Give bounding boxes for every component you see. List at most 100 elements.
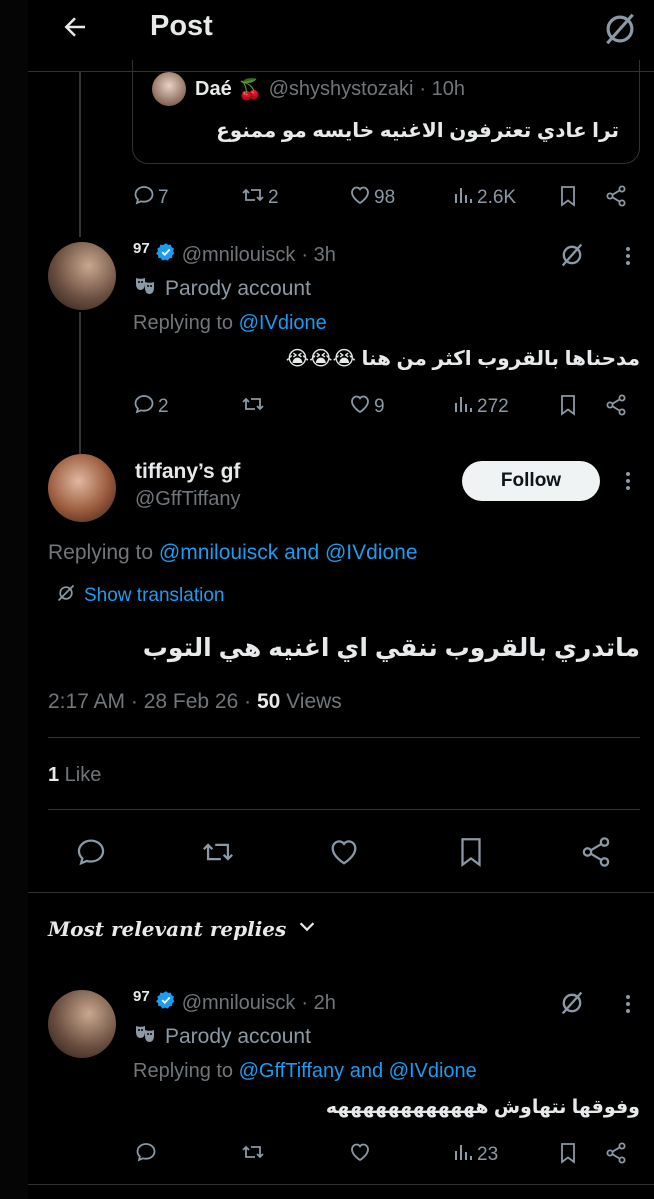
bookmark-icon[interactable] [556, 393, 580, 417]
likes-label: Like [59, 764, 102, 786]
more-icon[interactable] [621, 469, 635, 493]
post-time: · 3h [301, 243, 336, 266]
views-icon [451, 1140, 475, 1170]
reply-count: 7 [158, 187, 169, 208]
back-arrow-icon[interactable] [60, 12, 90, 42]
views-icon [451, 392, 475, 422]
views-label: Views [280, 690, 342, 713]
parody-label: Parody account [165, 277, 311, 300]
reply-icon[interactable] [74, 835, 108, 869]
post-text: ماتدري بالقروب ننقي اي اغنيه هي التوب [142, 634, 640, 662]
divider [28, 892, 654, 893]
translate-icon [56, 583, 76, 608]
page-title: Post [150, 10, 213, 42]
post-time: · 2h [301, 991, 336, 1014]
show-translation-button[interactable]: Show translation [56, 583, 224, 608]
author-handle[interactable]: @GffTiffany [135, 488, 241, 511]
sort-replies-button[interactable]: Most relevant replies [48, 915, 318, 942]
like-button[interactable]: 9 [348, 392, 385, 422]
reply-icon [132, 392, 156, 422]
like-icon[interactable] [348, 1140, 372, 1164]
cherry-emoji: 🍒 [237, 79, 263, 101]
follow-label: Follow [500, 470, 562, 491]
author-handle[interactable]: @mnilouisck [182, 992, 296, 1015]
bookmark-icon[interactable] [556, 184, 580, 208]
likes-count: 1 [48, 764, 60, 786]
verified-icon [155, 242, 176, 268]
repost-icon[interactable] [240, 1140, 266, 1164]
views-button[interactable]: 2.6K [451, 183, 516, 213]
share-icon[interactable] [579, 835, 613, 869]
author-name[interactable]: tiffany’s gf [135, 460, 240, 484]
views-icon [451, 183, 475, 213]
parody-mask-icon [133, 274, 157, 304]
thread-line [79, 312, 81, 454]
quoted-text: ترا عادي تعترفون الاغنيه خايسه مو ممنوع [216, 120, 619, 142]
grok-icon[interactable] [558, 989, 586, 1017]
reply-button[interactable]: 7 [132, 183, 169, 213]
like-count: 9 [374, 396, 385, 417]
more-icon[interactable] [621, 992, 635, 1016]
repost-button[interactable] [240, 392, 268, 422]
divider [48, 809, 640, 810]
more-icon[interactable] [621, 244, 635, 268]
replying-to-link[interactable]: @IVdione [239, 312, 327, 334]
author-handle[interactable]: @mnilouisck [182, 244, 296, 267]
views-count: 23 [477, 1144, 499, 1165]
post-text: مدحناها بالقروب اكثر من هنا 😭😭😭 [285, 348, 640, 370]
quoted-post-card[interactable]: Daé 🍒 @shyshystozaki · 10h ترا عادي تعتر… [132, 60, 640, 164]
replying-prefix: Replying to [133, 1060, 234, 1082]
views-count: 2.6K [477, 187, 517, 208]
replying-prefix: Replying to [133, 312, 234, 334]
show-translation-label: Show translation [84, 584, 225, 606]
avatar[interactable] [48, 454, 116, 522]
bookmark-icon[interactable] [556, 1141, 580, 1165]
divider [48, 737, 640, 738]
verified-icon [155, 990, 176, 1016]
like-count: 98 [374, 187, 396, 208]
post-page: Post Daé 🍒 @shyshystozaki · 10h ترا عادي… [28, 0, 654, 1199]
share-icon[interactable] [604, 393, 628, 417]
author-name[interactable]: 97 [133, 240, 150, 257]
reply-count: 2 [158, 396, 169, 417]
reply-button[interactable]: 2 [132, 392, 169, 422]
avatar[interactable] [48, 990, 116, 1058]
post-text: وفوقها نتهاوش ههههههههههههه [325, 1097, 640, 1118]
author-name[interactable]: 97 [133, 988, 150, 1005]
grok-icon[interactable] [601, 10, 639, 48]
repost-button[interactable]: 2 [240, 183, 279, 213]
quoted-time: · 10h [419, 78, 465, 100]
views-button[interactable]: 23 [451, 1140, 498, 1170]
replying-prefix: Replying to [48, 541, 154, 564]
like-button[interactable]: 98 [348, 183, 395, 213]
post-timestamp: 2:17 AM · 28 Feb 26 · [48, 690, 257, 713]
quoted-author-name: Daé [195, 78, 232, 100]
bookmark-icon[interactable] [454, 835, 488, 869]
follow-button[interactable]: Follow [462, 461, 600, 501]
thread-line [79, 72, 81, 237]
parody-mask-icon [133, 1022, 157, 1052]
like-icon[interactable] [327, 835, 361, 869]
share-icon[interactable] [604, 1141, 628, 1165]
likes-summary[interactable]: 1 Like [48, 764, 101, 787]
replying-to-link[interactable]: @mnilouisck and @IVdione [159, 541, 418, 564]
repost-icon[interactable] [200, 835, 236, 869]
avatar [152, 72, 186, 106]
like-icon [348, 183, 372, 213]
chevron-down-icon [296, 915, 318, 942]
repost-icon [240, 392, 266, 422]
views-button[interactable]: 272 [451, 392, 509, 422]
grok-icon[interactable] [558, 241, 586, 269]
views-count: 272 [477, 396, 509, 417]
sort-label: Most relevant replies [48, 916, 287, 941]
reply-icon[interactable] [134, 1140, 158, 1164]
like-icon [348, 392, 372, 422]
repost-count: 2 [268, 187, 279, 208]
quoted-author-handle: @shyshystozaki [268, 78, 414, 100]
avatar[interactable] [48, 242, 116, 310]
views-count: 50 [256, 690, 281, 713]
divider [28, 1184, 654, 1185]
repost-icon [240, 183, 266, 213]
replying-to-link[interactable]: @GffTiffany and @IVdione [239, 1060, 477, 1082]
share-icon[interactable] [604, 184, 628, 208]
